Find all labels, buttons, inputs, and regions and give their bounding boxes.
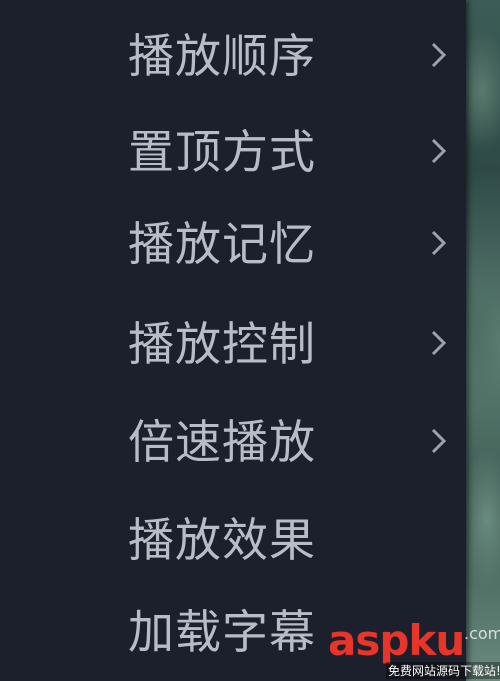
menu-item-label: 播放记忆 [128, 217, 316, 271]
aspku-watermark: aspku .com 免费网站源码下载站! [328, 618, 500, 681]
menu-item-label: 置顶方式 [128, 125, 316, 179]
chevron-right-icon [428, 136, 450, 166]
watermark-logo: aspku [328, 616, 465, 665]
watermark-domain-suffix: .com [464, 624, 500, 643]
chevron-right-icon [428, 328, 450, 358]
menu-item-play-memory[interactable]: 播放记忆 [0, 196, 466, 292]
menu-item-playback-speed[interactable]: 倍速播放 [0, 394, 466, 490]
menu-item-label: 播放效果 [128, 513, 316, 567]
chevron-right-icon [428, 426, 450, 456]
menu-item-label: 播放顺序 [128, 29, 316, 83]
chevron-right-icon [428, 228, 450, 258]
menu-item-pin-mode[interactable]: 置顶方式 [0, 104, 466, 200]
context-menu: 播放顺序 置顶方式 播放记忆 播放控制 倍速播放 播放效果 加载字幕 [0, 0, 466, 681]
menu-item-label: 播放控制 [128, 317, 316, 371]
watermark-tagline: 免费网站源码下载站! [386, 662, 500, 679]
menu-item-label: 倍速播放 [128, 415, 316, 469]
chevron-right-icon [428, 40, 450, 70]
menu-item-play-control[interactable]: 播放控制 [0, 296, 466, 392]
screen: 播放顺序 置顶方式 播放记忆 播放控制 倍速播放 播放效果 加载字幕 aspku… [0, 0, 500, 681]
video-backdrop [462, 0, 500, 681]
menu-item-label: 加载字幕 [128, 605, 316, 659]
menu-item-play-order[interactable]: 播放顺序 [0, 8, 466, 104]
menu-item-play-effects[interactable]: 播放效果 [0, 492, 466, 588]
